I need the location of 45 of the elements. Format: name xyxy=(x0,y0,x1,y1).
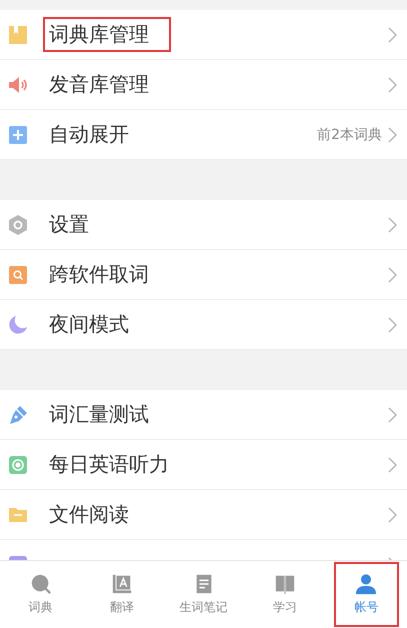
menu-item[interactable]: 每日英语听力 xyxy=(0,440,407,490)
tab[interactable]: 帐号 xyxy=(334,562,400,627)
menu-label: 自动展开 xyxy=(49,121,129,148)
menu-label: 每日英语听力 xyxy=(49,451,169,478)
person-icon xyxy=(355,573,378,595)
menu-item[interactable]: 自动展开 前2本词典 xyxy=(0,110,407,160)
chevron-icon xyxy=(388,266,397,282)
tab[interactable]: 学习 xyxy=(252,562,318,627)
menu-item[interactable]: 设置 xyxy=(0,200,407,250)
menu-label: 词典库管理 xyxy=(49,21,149,48)
menu-label: 发音库管理 xyxy=(49,71,149,98)
tab[interactable]: 生词笔记 xyxy=(170,562,236,627)
chevron-icon xyxy=(388,506,397,522)
book-icon xyxy=(8,24,28,44)
menu-item[interactable]: 词汇量测试 xyxy=(0,390,407,440)
moon-icon xyxy=(8,314,28,334)
pen-icon xyxy=(8,404,28,424)
menu-item[interactable]: 跨软件取词 xyxy=(0,250,407,300)
search-icon xyxy=(30,573,52,595)
chevron-icon xyxy=(388,316,397,332)
book-icon xyxy=(274,573,296,595)
record-icon xyxy=(8,454,28,474)
menu-label: 词汇量测试 xyxy=(49,401,149,428)
tab[interactable]: 翻译 xyxy=(89,562,155,627)
menu-label: 文件阅读 xyxy=(49,501,129,528)
menu-label: 夜间模式 xyxy=(49,311,129,338)
menu-item[interactable]: 文件阅读 xyxy=(0,490,407,540)
tab[interactable]: 词典 xyxy=(8,562,74,627)
chevron-icon xyxy=(388,126,397,142)
settings-icon xyxy=(8,214,28,234)
search-icon xyxy=(8,264,28,284)
chevron-icon xyxy=(388,456,397,472)
menu-item[interactable]: 夜间模式 xyxy=(0,300,407,350)
chevron-icon xyxy=(388,76,397,92)
menu-label: 跨软件取词 xyxy=(49,261,149,288)
menu-value: 前2本词典 xyxy=(317,126,382,144)
plus-icon xyxy=(8,124,28,144)
menu-label: 设置 xyxy=(49,211,89,238)
chevron-icon xyxy=(388,216,397,232)
chevron-icon xyxy=(388,26,397,42)
speaker-icon xyxy=(8,74,28,94)
translate-icon xyxy=(111,573,134,595)
menu-item[interactable]: 发音库管理 xyxy=(0,60,407,110)
menu-item[interactable]: 词典库管理 xyxy=(0,10,407,60)
chevron-icon xyxy=(388,406,397,422)
